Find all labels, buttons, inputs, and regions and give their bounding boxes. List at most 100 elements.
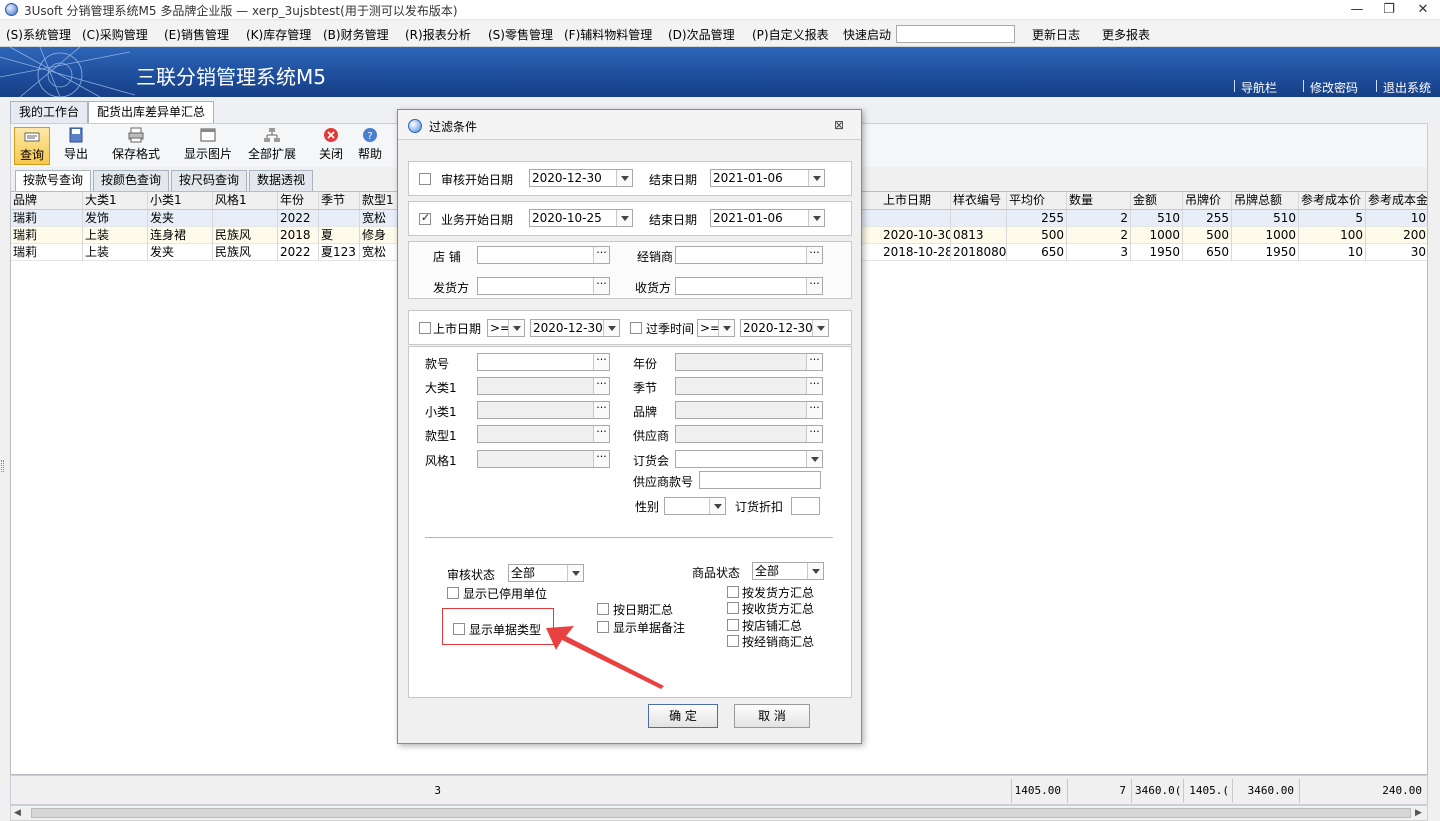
show-disabled-checkbox[interactable] [447,587,459,599]
launch-date-picker[interactable]: 2020-12-30 [530,319,620,337]
chevron-down-icon[interactable] [603,320,619,336]
menu-more-reports[interactable]: 更多报表 [1102,26,1150,43]
quick-start-input[interactable] [896,25,1015,43]
scroll-thumb[interactable] [31,808,1411,818]
ellipsis-icon[interactable]: ··· [593,247,609,263]
col-category1[interactable]: 大类1 [83,192,148,209]
menu-materials[interactable]: (F)辅料物料管理 [564,26,652,43]
chevron-down-icon[interactable] [508,320,524,336]
close-window-button[interactable]: ✕ [1408,0,1438,20]
style1-field[interactable]: ··· [477,450,610,468]
close-button[interactable]: 关闭 [316,127,346,165]
maximize-button[interactable]: ❐ [1374,0,1404,20]
chevron-down-icon[interactable] [616,170,632,186]
dealer-field[interactable]: ··· [675,246,823,264]
ellipsis-icon[interactable]: ··· [593,426,609,442]
ellipsis-icon[interactable]: ··· [806,354,822,370]
menu-defects[interactable]: (D)次品管理 [668,26,735,43]
menu-system[interactable]: (S)系统管理 [6,26,71,43]
chevron-down-icon[interactable] [808,170,824,186]
col-amount[interactable]: 金额 [1131,192,1183,209]
tab-distribution-summary[interactable]: 配货出库差异单汇总 [88,101,215,123]
sender-field[interactable]: ··· [477,277,610,295]
chevron-down-icon[interactable] [812,320,828,336]
by-shop-checkbox[interactable] [727,619,739,631]
menu-sales[interactable]: (E)销售管理 [164,26,229,43]
ellipsis-icon[interactable]: ··· [806,426,822,442]
menu-reports[interactable]: (R)报表分析 [405,26,471,43]
supplier-field[interactable]: ··· [675,425,823,443]
splitter-handle[interactable] [1,460,4,472]
style-no-field[interactable]: ··· [477,353,610,371]
chevron-down-icon[interactable] [808,210,824,226]
business-date-checkbox[interactable] [419,211,431,225]
show-images-button[interactable]: 显示图片 [181,127,235,165]
year-field[interactable]: ··· [675,353,823,371]
audit-date-checkbox[interactable] [419,173,431,185]
menu-retail[interactable]: (S)零售管理 [488,26,553,43]
col-year[interactable]: 年份 [278,192,319,209]
subtab-by-color[interactable]: 按颜色查询 [93,170,170,191]
col-sample-no[interactable]: 样衣编号 [951,192,1007,209]
ellipsis-icon[interactable]: ··· [593,451,609,467]
col-season[interactable]: 季节 [319,192,360,209]
col-avg-price[interactable]: 平均价 [1007,192,1067,209]
ellipsis-icon[interactable]: ··· [806,378,822,394]
col-tag-total[interactable]: 吊牌总额 [1232,192,1299,209]
dialog-close-icon[interactable]: ⊠ [834,118,844,132]
by-dealer-checkbox[interactable] [727,635,739,647]
by-sender-checkbox[interactable] [727,586,739,598]
business-end-picker[interactable]: 2021-01-06 [710,209,825,227]
ok-button[interactable]: 确 定 [648,704,718,728]
chevron-down-icon[interactable] [718,320,734,336]
ellipsis-icon[interactable]: ··· [806,278,822,294]
save-format-button[interactable]: 保存格式 [109,127,163,165]
subtab-pivot[interactable]: 数据透视 [249,170,314,191]
export-button[interactable]: 导出 [61,127,91,165]
ellipsis-icon[interactable]: ··· [593,378,609,394]
subtab-by-style[interactable]: 按款号查询 [15,170,92,191]
season-operator-select[interactable]: >= [697,319,735,337]
audit-end-picker[interactable]: 2021-01-06 [710,169,825,187]
ellipsis-icon[interactable]: ··· [593,402,609,418]
col-style1[interactable]: 风格1 [213,192,278,209]
by-receiver-checkbox[interactable] [727,602,739,614]
by-date-checkbox[interactable] [597,603,609,615]
cancel-button[interactable]: 取 消 [734,704,810,728]
business-start-picker[interactable]: 2020-10-25 [529,209,633,227]
chevron-down-icon[interactable] [807,563,823,579]
scroll-right-icon[interactable]: ▶ [1415,808,1422,818]
col-ref-cost[interactable]: 参考成本价 [1299,192,1366,209]
menu-custom-reports[interactable]: (P)自定义报表 [752,26,829,43]
chevron-down-icon[interactable] [709,498,725,514]
col-ref-cost-amount[interactable]: 参考成本金 [1366,192,1427,209]
change-password-link[interactable]: 修改密码 [1310,79,1358,96]
col-launch-date[interactable]: 上市日期 [881,192,951,209]
season-date-picker[interactable]: 2020-12-30 [740,319,829,337]
nav-link[interactable]: 导航栏 [1241,79,1277,96]
season-field[interactable]: ··· [675,377,823,395]
audit-start-picker[interactable]: 2020-12-30 [529,169,633,187]
shop-field[interactable]: ··· [477,246,610,264]
goods-status-select[interactable]: 全部 [752,562,824,580]
gender-select[interactable] [664,497,726,515]
order-meeting-select[interactable] [675,450,823,468]
receiver-field[interactable]: ··· [675,277,823,295]
col-brand[interactable]: 品牌 [11,192,83,209]
expand-all-button[interactable]: 全部扩展 [245,127,299,165]
ellipsis-icon[interactable]: ··· [806,247,822,263]
tab-workbench[interactable]: 我的工作台 [10,101,89,123]
help-button[interactable]: ? 帮助 [355,127,385,165]
chevron-down-icon[interactable] [806,451,822,467]
query-button[interactable]: 查询 [14,127,50,165]
category1-field[interactable]: ··· [477,377,610,395]
menu-purchase[interactable]: (C)采购管理 [82,26,148,43]
chevron-down-icon[interactable] [567,565,583,581]
col-model1[interactable]: 款型1 [360,192,400,209]
col-tag-price[interactable]: 吊牌价 [1183,192,1232,209]
audit-status-select[interactable]: 全部 [508,564,584,582]
minimize-button[interactable]: — [1342,0,1372,20]
menu-update-log[interactable]: 更新日志 [1032,26,1080,43]
subcategory1-field[interactable]: ··· [477,401,610,419]
model1-field[interactable]: ··· [477,425,610,443]
